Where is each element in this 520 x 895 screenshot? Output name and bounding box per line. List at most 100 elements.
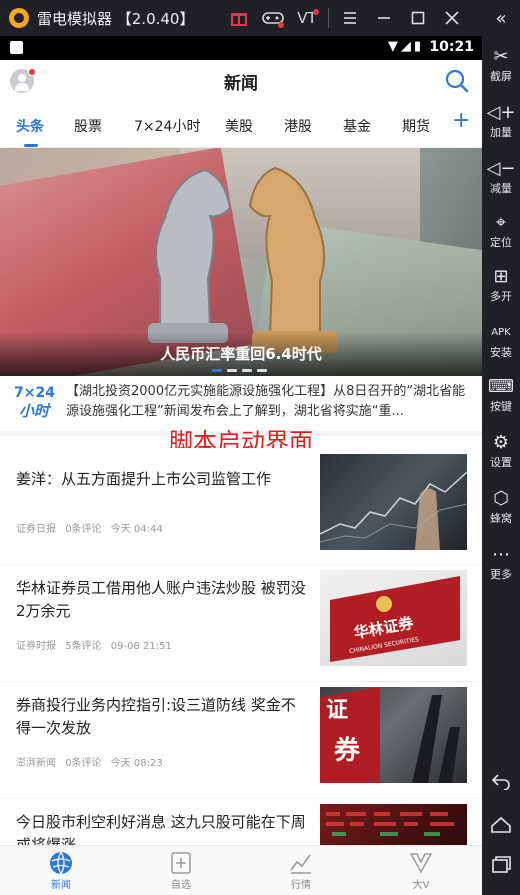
volume-down-button[interactable]: ◁− 减量 (482, 158, 520, 196)
notification-icon (10, 41, 23, 54)
emulator-side-panel: « ✂ 截屏 ◁+ 加量 ◁− 减量 ⌖ 定位 ⊞ 多开 APK 安装 ⌨ 按键 (482, 0, 520, 895)
nav-watchlist[interactable]: 自选 (141, 850, 221, 891)
nav-market[interactable]: 行情 (261, 850, 341, 891)
menu-icon[interactable] (333, 0, 367, 36)
add-favorite-icon (141, 850, 221, 876)
thumb-zheng-text: 证 (326, 698, 348, 723)
keymap-label: 按键 (490, 400, 512, 413)
news-source: 证券日报 (16, 524, 56, 535)
vt-button[interactable]: VT (290, 0, 324, 36)
nav-news-label: 新闻 (51, 880, 71, 891)
minimize-icon[interactable] (367, 0, 401, 36)
banner-caption: 人民币汇率重回6.4时代 (160, 345, 322, 363)
settings-label: 设置 (490, 456, 512, 469)
gamepad-icon[interactable] (256, 0, 290, 36)
news-title: 姜洋：从五方面提升上市公司监管工作 (16, 470, 272, 488)
carousel-dot-active (212, 369, 222, 372)
gear-icon: ⚙ (492, 432, 510, 453)
add-tab-icon[interactable]: + (452, 108, 470, 133)
carousel-dot (257, 369, 267, 372)
wifi-signal-battery-icons: ▼◢▮ (387, 39, 424, 54)
titlebar-divider (328, 8, 329, 28)
news-time: 今天 04:44 (110, 524, 163, 535)
keyboard-icon: ⌨ (488, 376, 514, 397)
carousel-dot (227, 369, 237, 372)
settings-button[interactable]: ⚙ 设置 (482, 432, 520, 470)
search-icon[interactable] (444, 68, 470, 94)
tab-hk-stocks[interactable]: 港股 (284, 116, 312, 136)
home-icon (491, 816, 511, 833)
multi-open-label: 多开 (490, 290, 512, 303)
emulator-title: 雷电模拟器 【2.0.40】 (37, 9, 195, 28)
keymap-button[interactable]: ⌨ 按键 (482, 376, 520, 414)
nav-watchlist-label: 自选 (171, 880, 191, 891)
news-title: 券商投行业务内控指引:设三道防线 奖金不得一次发放 (16, 696, 296, 737)
tab-futures[interactable]: 期货 (402, 116, 430, 136)
gamepad-alert-dot (278, 22, 284, 28)
page-title: 新闻 (224, 74, 258, 94)
news-item[interactable]: 券商投行业务内控指引:设三道防线 奖金不得一次发放 澎湃新闻 0条评论 今天 0… (0, 682, 482, 799)
android-back-button[interactable] (482, 772, 520, 793)
screenshot-label: 截屏 (490, 70, 512, 83)
double-chevron-left-icon: « (495, 8, 507, 29)
screenshot-button[interactable]: ✂ 截屏 (482, 46, 520, 84)
volume-down-label: 减量 (490, 182, 512, 195)
news-comments: 0条评论 (65, 524, 102, 535)
thumb-quan-text: 券 (334, 736, 361, 766)
banner-carousel[interactable]: 人民币汇率重回6.4时代 (0, 148, 482, 376)
gift-icon[interactable] (222, 0, 256, 36)
more-label: 更多 (490, 568, 512, 581)
news-meta: 证券日报 0条评论 今天 04:44 (16, 520, 169, 535)
news-title: 华林证券员工借用他人账户违法炒股 被罚没2万余元 (16, 579, 306, 620)
status-time: 10:21 (429, 39, 474, 55)
hive-icon: ⬡ (493, 488, 509, 509)
nav-news[interactable]: 新闻 (21, 850, 101, 891)
news-time: 今天 08:23 (110, 758, 163, 769)
ldplayer-logo-icon (9, 8, 29, 28)
carousel-dot (242, 369, 252, 372)
banner-caption-bg: 人民币汇率重回6.4时代 (0, 332, 482, 376)
location-button[interactable]: ⌖ 定位 (482, 212, 520, 250)
hive-label: 蜂窝 (490, 512, 512, 525)
android-screen: ▼◢▮ 10:21 新闻 头条 股票 7×24小时 美股 港股 基金 期货 + (0, 36, 482, 895)
volume-up-button[interactable]: ◁+ 加量 (482, 102, 520, 140)
more-dots-icon: ⋯ (492, 544, 510, 565)
flash-news-text: 【湖北投资2000亿元实施能源设施强化工程】从8日召开的“湖北省能源设施强化工程… (66, 384, 466, 419)
news-time: 09-08 21:51 (110, 641, 172, 652)
multi-open-button[interactable]: ⊞ 多开 (482, 266, 520, 304)
hive-button[interactable]: ⬡ 蜂窝 (482, 488, 520, 526)
big-v-icon (381, 850, 461, 876)
nav-market-label: 行情 (291, 880, 311, 891)
gold-knight-image (248, 166, 338, 353)
nav-big-v[interactable]: 大V (381, 850, 461, 891)
install-apk-button[interactable]: APK 安装 (482, 322, 520, 360)
news-item[interactable]: 姜洋：从五方面提升上市公司监管工作 证券日报 0条评论 今天 04:44 (0, 448, 482, 565)
news-item[interactable]: 华林证券员工借用他人账户违法炒股 被罚没2万余元 证券时报 5条评论 09-08… (0, 565, 482, 682)
tab-7x24[interactable]: 7×24小时 (134, 116, 200, 136)
recents-icon (492, 856, 511, 873)
android-recents-button[interactable] (482, 856, 520, 877)
7x24-logo-top: 7×24 (14, 385, 55, 401)
vt-alert-dot (313, 9, 319, 15)
android-home-button[interactable] (482, 816, 520, 837)
maximize-icon[interactable] (401, 0, 435, 36)
active-tab-indicator (24, 144, 38, 147)
tab-us-stocks[interactable]: 美股 (225, 116, 253, 136)
more-button[interactable]: ⋯ 更多 (482, 544, 520, 582)
install-label: 安装 (490, 346, 512, 359)
tab-headlines[interactable]: 头条 (16, 116, 44, 136)
titlebar-controls: VT (222, 0, 469, 36)
android-status-bar: ▼◢▮ 10:21 (0, 36, 482, 60)
news-comments: 5条评论 (65, 641, 102, 652)
category-tabs: 头条 股票 7×24小时 美股 港股 基金 期货 + (0, 104, 482, 148)
news-comments: 0条评论 (65, 758, 102, 769)
globe-icon (21, 850, 101, 876)
emulator-titlebar: 雷电模拟器 【2.0.40】 VT (0, 0, 520, 36)
close-icon[interactable] (435, 0, 469, 36)
tab-stocks[interactable]: 股票 (74, 116, 102, 136)
volume-up-label: 加量 (490, 126, 512, 139)
carousel-dots (212, 369, 267, 372)
emulator-window: 雷电模拟器 【2.0.40】 VT « ✂ 截屏 ◁+ 加量 ◁− 减量 ⌖ 定… (0, 0, 520, 895)
tab-funds[interactable]: 基金 (343, 116, 371, 136)
collapse-panel-button[interactable]: « (482, 8, 520, 30)
